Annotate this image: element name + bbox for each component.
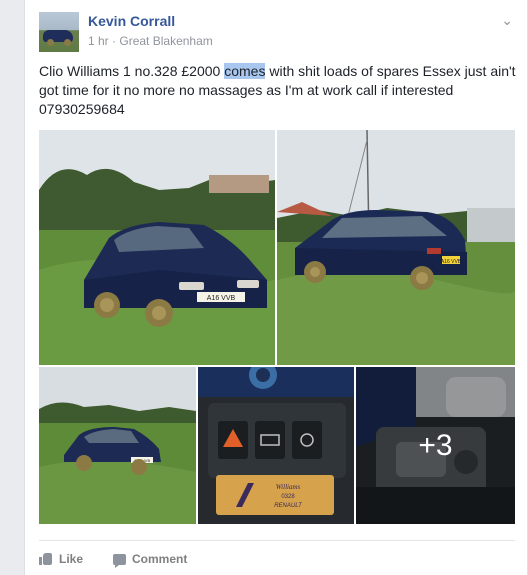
badge-line1: Williams	[276, 483, 301, 491]
car-rear-photo: A16 VVB	[277, 130, 515, 365]
post-text-before: Clio Williams 1 no.328 £2000	[39, 63, 225, 79]
more-photos-overlay[interactable]: +3	[356, 367, 515, 524]
avatar-wheel	[47, 39, 54, 46]
comment-label: Comment	[132, 552, 188, 566]
badge-line3: RENAULT	[274, 503, 303, 509]
front-plate-text: A16 VVB	[207, 295, 236, 302]
comment-button[interactable]: Comment	[113, 552, 188, 568]
more-photos-count: +3	[418, 428, 453, 462]
dashboard-photo: Williams 0328 RENAULT	[198, 367, 354, 524]
post-time[interactable]: 1 hr	[88, 34, 109, 48]
avatar-wheel	[64, 39, 71, 46]
author-avatar[interactable]	[39, 12, 79, 52]
post-photo-2[interactable]: A16 VVB	[277, 130, 515, 365]
comment-icon	[113, 553, 127, 568]
post-text: Clio Williams 1 no.328 £2000 comes with …	[39, 62, 519, 119]
post-photo-1[interactable]: A16 VVB	[39, 130, 275, 365]
car-front-photo: A16 VVB	[39, 130, 275, 365]
post-meta: 1 hr · Great Blakenham	[88, 34, 213, 48]
post-photo-4[interactable]: Williams 0328 RENAULT	[198, 367, 354, 524]
like-button[interactable]: Like	[39, 552, 83, 566]
post-text-highlight: comes	[224, 63, 266, 79]
post-card: Kevin Corrall 1 hr · Great Blakenham ⌄ C…	[24, 0, 528, 575]
like-label: Like	[59, 552, 84, 566]
post-photo-5[interactable]: +3	[356, 367, 515, 524]
author-name[interactable]: Kevin Corrall	[88, 13, 175, 29]
post-actions: Like Comment	[39, 540, 515, 571]
car-side-photo: A16 VVB	[39, 367, 196, 524]
thumbs-up-icon	[39, 553, 53, 565]
chevron-down-icon[interactable]: ⌄	[501, 12, 513, 29]
meta-separator: ·	[112, 34, 117, 48]
post-photo-3[interactable]: A16 VVB	[39, 367, 196, 524]
post-location[interactable]: Great Blakenham	[119, 34, 212, 48]
badge-line2: 0328	[281, 494, 295, 500]
rear-plate-text: A16 VVB	[441, 259, 462, 265]
